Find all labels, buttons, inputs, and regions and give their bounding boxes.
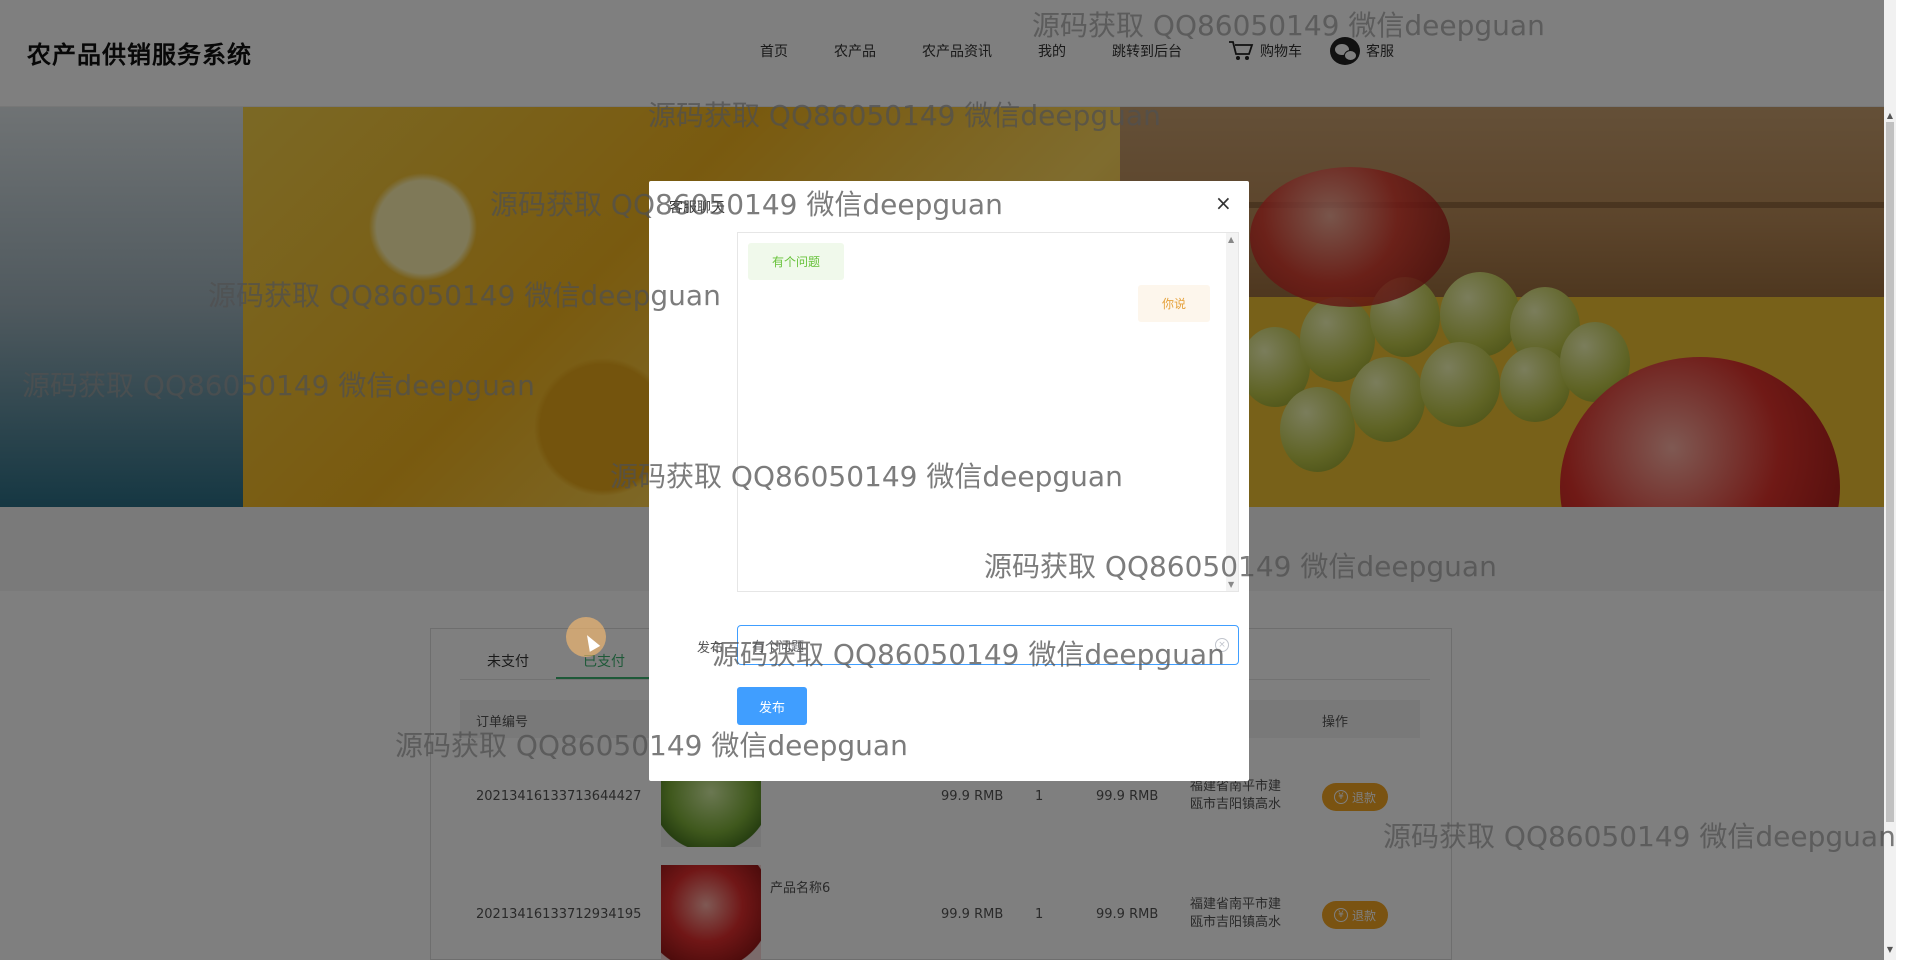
chat-message-user: 有个问题 xyxy=(748,243,845,280)
message-input[interactable] xyxy=(737,625,1239,665)
dialog-title: 客服聊天 xyxy=(669,200,725,216)
chat-scrollbar[interactable]: ▲ ▼ xyxy=(1226,233,1238,591)
scroll-up-icon[interactable]: ▲ xyxy=(1886,112,1894,120)
chat-scroll-up-icon[interactable]: ▲ xyxy=(1228,235,1234,244)
close-icon[interactable]: × xyxy=(1215,193,1232,213)
clear-input-icon[interactable]: × xyxy=(1215,638,1229,652)
chat-history[interactable]: 有个问题 你说 ▲ ▼ xyxy=(737,232,1239,592)
scrollbar-thumb[interactable] xyxy=(1886,122,1894,822)
chat-message-reply: 你说 xyxy=(1138,285,1211,322)
scroll-down-icon[interactable]: ▼ xyxy=(1886,946,1894,954)
chat-scroll-down-icon[interactable]: ▼ xyxy=(1228,580,1234,589)
page-scrollbar[interactable]: ▲ ▼ xyxy=(1884,0,1896,960)
service-dialog: 客服聊天 × 有个问题 你说 ▲ ▼ 发布 × 发布 xyxy=(649,181,1249,781)
send-field-label: 发布 xyxy=(697,641,724,656)
submit-button[interactable]: 发布 xyxy=(737,687,807,725)
